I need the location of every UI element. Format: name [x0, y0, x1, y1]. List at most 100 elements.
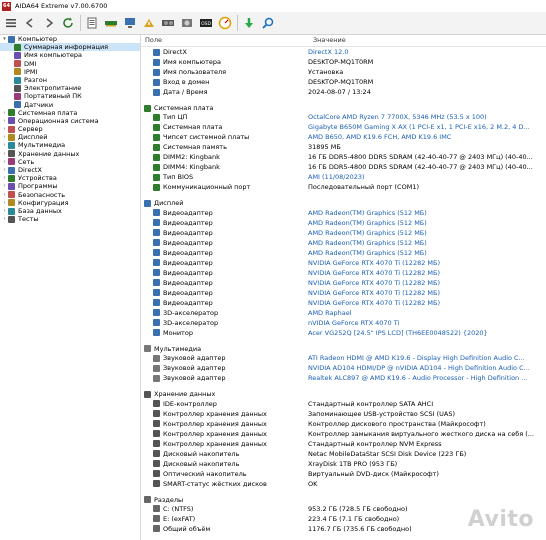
- table-row[interactable]: Системная память 31895 МБ: [141, 142, 546, 152]
- value-link[interactable]: AMI (11/08/2023): [305, 172, 546, 182]
- table-row[interactable]: Видеоадаптер NVIDIA GeForce RTX 4070 Ti (…: [141, 268, 546, 278]
- table-row[interactable]: DIMM4: Kingbank 16 ГБ DDR5-4800 DDR5 SDRA…: [141, 162, 546, 172]
- tree-item[interactable]: › Системная плата: [0, 109, 140, 117]
- tree-item[interactable]: ▾ Компьютер: [0, 35, 140, 43]
- table-row[interactable]: DIMM2: Kingbank 16 ГБ DDR5-4800 DDR5 SDRA…: [141, 152, 546, 162]
- chevron-right-icon[interactable]: ›: [1, 166, 8, 174]
- tree-item[interactable]: › Устройства: [0, 174, 140, 182]
- tree-item[interactable]: › Тесты: [0, 215, 140, 223]
- download-icon[interactable]: [241, 15, 257, 31]
- chevron-right-icon[interactable]: ›: [1, 191, 8, 199]
- tree-item[interactable]: › Хранение данных: [0, 150, 140, 158]
- osd-icon[interactable]: OSD: [198, 15, 214, 31]
- tree-item[interactable]: › Безопасность: [0, 191, 140, 199]
- table-row[interactable]: Системная плата Gigabyte B650M Gaming X A…: [141, 122, 546, 132]
- table-row[interactable]: Видеоадаптер AMD Radeon(TM) Graphics (512…: [141, 238, 546, 248]
- tree-item[interactable]: Электропитание: [0, 84, 140, 92]
- back-icon[interactable]: [22, 15, 38, 31]
- chevron-down-icon[interactable]: ▾: [1, 35, 8, 43]
- value-link[interactable]: nVIDIA GeForce RTX 4070 Ti: [305, 318, 546, 328]
- table-row[interactable]: Дисковый накопитель Netac MobileDataStar …: [141, 449, 546, 459]
- table-row[interactable]: Звуковой адаптер NVIDIA AD104 HDMI/DP @ n…: [141, 363, 546, 373]
- table-row[interactable]: Контроллер хранения данных Контроллер зам…: [141, 429, 546, 439]
- tree-item[interactable]: › Мультимедиа: [0, 141, 140, 149]
- chevron-right-icon[interactable]: ›: [1, 133, 8, 141]
- chevron-right-icon[interactable]: ›: [1, 150, 8, 158]
- table-row[interactable]: Оптический накопитель Виртуальный DVD-дис…: [141, 469, 546, 479]
- value-link[interactable]: AMD B650, AMD K19.6 FCH, AMD K19.6 IMC: [305, 132, 546, 142]
- table-row[interactable]: Имя компьютера DESKTOP-MQ1T0RM: [141, 57, 546, 67]
- table-row[interactable]: 3D-акселератор AMD Raphael: [141, 308, 546, 318]
- tree-item[interactable]: Имя компьютера: [0, 51, 140, 59]
- value-link[interactable]: ATI Radeon HDMI @ AMD K19.6 - Display Hi…: [305, 353, 546, 363]
- table-row[interactable]: Видеоадаптер AMD Radeon(TM) Graphics (512…: [141, 208, 546, 218]
- chevron-right-icon[interactable]: ›: [1, 174, 8, 182]
- table-row[interactable]: Монитор Acer VG252Q [24.5" IPS LCD] (TH6E…: [141, 328, 546, 338]
- tree-item[interactable]: DMI: [0, 60, 140, 68]
- tree-item[interactable]: › Дисплей: [0, 133, 140, 141]
- chevron-right-icon[interactable]: ›: [1, 125, 8, 133]
- value-link[interactable]: NVIDIA GeForce RTX 4070 Ti (12282 МБ): [305, 268, 546, 278]
- value-link[interactable]: AMD Radeon(TM) Graphics (512 МБ): [305, 248, 546, 258]
- chevron-right-icon[interactable]: ›: [1, 141, 8, 149]
- chevron-right-icon[interactable]: ›: [1, 207, 8, 215]
- value-link[interactable]: Realtek ALC897 @ AMD K19.6 - Audio Proce…: [305, 373, 546, 383]
- table-row[interactable]: Видеоадаптер NVIDIA GeForce RTX 4070 Ti (…: [141, 278, 546, 288]
- tree-item[interactable]: › База данных: [0, 207, 140, 215]
- value-link[interactable]: NVIDIA GeForce RTX 4070 Ti (12282 МБ): [305, 288, 546, 298]
- table-row[interactable]: Контроллер хранения данных Запоминающее U…: [141, 409, 546, 419]
- table-row[interactable]: Видеоадаптер NVIDIA GeForce RTX 4070 Ti (…: [141, 298, 546, 308]
- value-link[interactable]: Gigabyte B650M Gaming X AX (1 PCI-E x1, …: [305, 122, 546, 132]
- memory-icon[interactable]: [103, 15, 119, 31]
- chevron-right-icon[interactable]: ›: [1, 109, 8, 117]
- tree-item[interactable]: Разгон: [0, 76, 140, 84]
- report-icon[interactable]: [84, 15, 100, 31]
- value-link[interactable]: NVIDIA GeForce RTX 4070 Ti (12282 МБ): [305, 298, 546, 308]
- table-row[interactable]: Коммуникационный порт Последовательный по…: [141, 182, 546, 192]
- table-row[interactable]: Чипсет системной платы AMD B650, AMD K19.…: [141, 132, 546, 142]
- value-link[interactable]: NVIDIA GeForce RTX 4070 Ti (12282 МБ): [305, 258, 546, 268]
- benchmark-icon[interactable]: [217, 15, 233, 31]
- table-row[interactable]: Видеоадаптер NVIDIA GeForce RTX 4070 Ti (…: [141, 288, 546, 298]
- column-field-header[interactable]: Поле: [141, 35, 310, 46]
- table-row[interactable]: IDE-контроллер Стандартный контроллер SAT…: [141, 399, 546, 409]
- table-row[interactable]: Тип BIOS AMI (11/08/2023): [141, 172, 546, 182]
- table-row[interactable]: Звуковой адаптер Realtek ALC897 @ AMD K19…: [141, 373, 546, 383]
- tree-item[interactable]: Портативный ПК: [0, 92, 140, 100]
- system-icon[interactable]: [122, 15, 138, 31]
- table-row[interactable]: Имя пользователя Установка: [141, 67, 546, 77]
- value-link[interactable]: AMD Radeon(TM) Graphics (512 МБ): [305, 208, 546, 218]
- value-link[interactable]: AMD Raphael: [305, 308, 546, 318]
- value-link[interactable]: AMD Radeon(TM) Graphics (512 МБ): [305, 228, 546, 238]
- table-row[interactable]: Контроллер хранения данных Стандартный ко…: [141, 439, 546, 449]
- table-row[interactable]: Видеоадаптер NVIDIA GeForce RTX 4070 Ti (…: [141, 258, 546, 268]
- column-value-header[interactable]: Значение: [310, 35, 346, 46]
- chevron-right-icon[interactable]: ›: [1, 199, 8, 207]
- value-link[interactable]: NVIDIA GeForce RTX 4070 Ti (12282 МБ): [305, 278, 546, 288]
- tree-item[interactable]: › Сервер: [0, 125, 140, 133]
- table-row[interactable]: 3D-акселератор nVIDIA GeForce RTX 4070 Ti: [141, 318, 546, 328]
- tree-item[interactable]: Суммарная информация: [0, 43, 140, 52]
- refresh-icon[interactable]: [60, 15, 76, 31]
- table-row[interactable]: Видеоадаптер AMD Radeon(TM) Graphics (512…: [141, 248, 546, 258]
- table-row[interactable]: Видеоадаптер AMD Radeon(TM) Graphics (512…: [141, 228, 546, 238]
- table-row[interactable]: Дата / Время 2024-08-07 / 13:24: [141, 87, 546, 97]
- table-row[interactable]: Тип ЦП OctalCore AMD Ryzen 7 7700X, 5346 …: [141, 112, 546, 122]
- hardware-icon[interactable]: [141, 15, 157, 31]
- tree-item[interactable]: › Конфигурация: [0, 199, 140, 207]
- table-row[interactable]: Контроллер хранения данных Контроллер дис…: [141, 419, 546, 429]
- forward-icon[interactable]: [41, 15, 57, 31]
- audio-icon[interactable]: [179, 15, 195, 31]
- chevron-right-icon[interactable]: ›: [1, 158, 8, 166]
- tree-item[interactable]: › Операционная система: [0, 117, 140, 125]
- table-row[interactable]: Дисковый накопитель XrayDisk 1TB PRO (953…: [141, 459, 546, 469]
- chevron-right-icon[interactable]: ›: [1, 215, 8, 223]
- tree-item[interactable]: › Программы: [0, 182, 140, 190]
- table-row[interactable]: DirectX DirectX 12.0: [141, 47, 546, 57]
- value-link[interactable]: AMD Radeon(TM) Graphics (512 МБ): [305, 218, 546, 228]
- table-row[interactable]: Звуковой адаптер ATI Radeon HDMI @ AMD K1…: [141, 353, 546, 363]
- chevron-right-icon[interactable]: ›: [1, 182, 8, 190]
- value-link[interactable]: AMD Radeon(TM) Graphics (512 МБ): [305, 238, 546, 248]
- table-row[interactable]: Видеоадаптер AMD Radeon(TM) Graphics (512…: [141, 218, 546, 228]
- tree-item[interactable]: IPMI: [0, 68, 140, 76]
